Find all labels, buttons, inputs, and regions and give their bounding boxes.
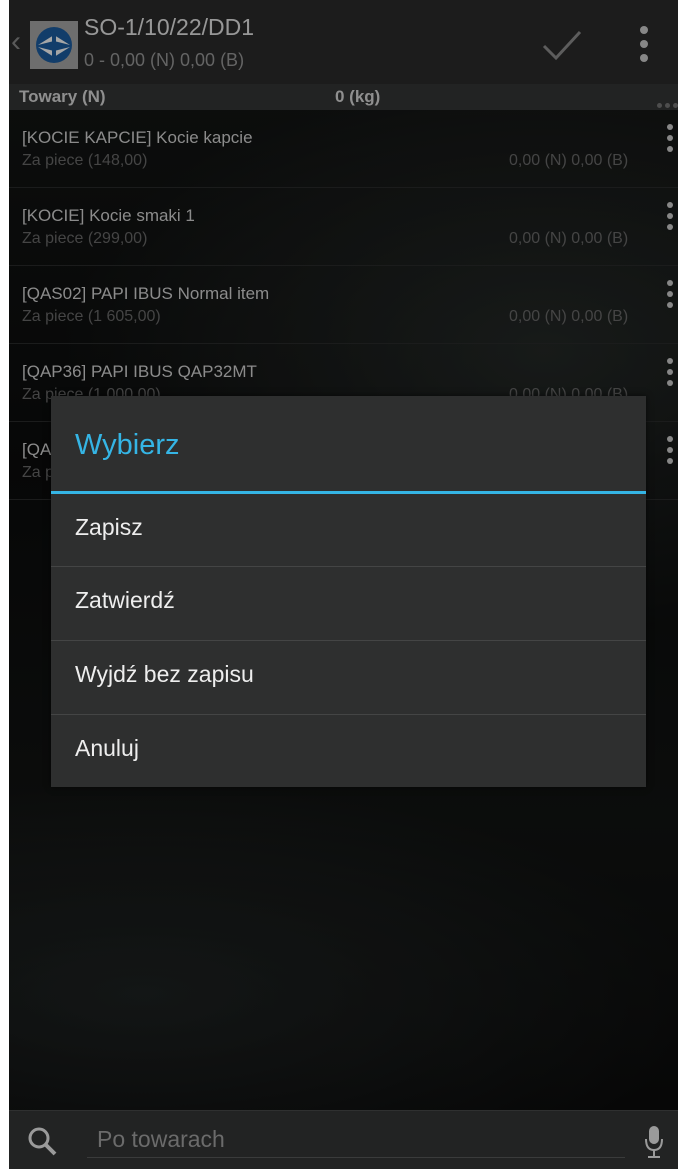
app-screen: ‹ SO-1/10/22/DD1 0 - 0,00 (N) 0,00 (B) T… — [9, 0, 678, 1169]
exit-without-saving-label: Wyjdź bez zapisu — [75, 661, 254, 687]
search-icon[interactable] — [27, 1126, 57, 1156]
confirm-option[interactable]: Zatwierdź — [51, 566, 646, 638]
search-bar — [9, 1110, 678, 1169]
exit-without-saving-option[interactable]: Wyjdź bez zapisu — [51, 640, 646, 712]
save-option[interactable]: Zapisz — [51, 494, 646, 566]
confirm-option-label: Zatwierdź — [75, 587, 175, 613]
microphone-icon[interactable] — [644, 1125, 664, 1159]
dialog-title: Wybierz — [75, 429, 180, 461]
cancel-option[interactable]: Anuluj — [51, 714, 646, 786]
save-option-label: Zapisz — [75, 514, 143, 540]
cancel-option-label: Anuluj — [75, 735, 139, 761]
choose-action-dialog: Wybierz Zapisz Zatwierdź Wyjdź bez zapis… — [51, 396, 646, 787]
search-input[interactable] — [87, 1121, 625, 1158]
